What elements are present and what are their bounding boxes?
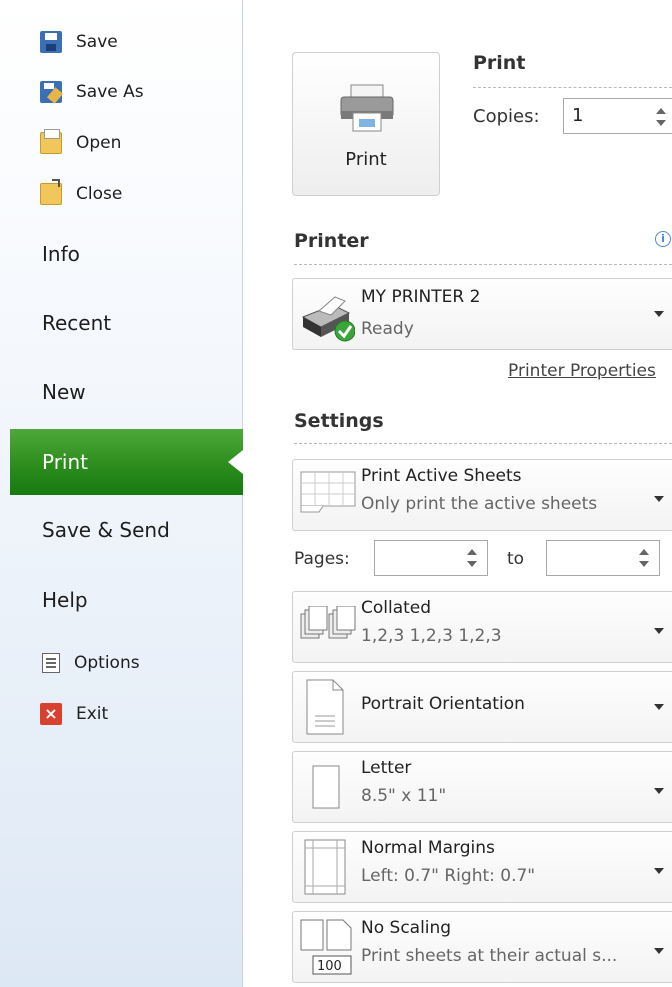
backstage-sidebar: Save Save As Open Close Info Recent New … bbox=[0, 0, 243, 987]
chevron-down-icon bbox=[654, 311, 664, 317]
collation-dropdown[interactable]: Collated 1,2,3 1,2,3 1,2,3 bbox=[292, 591, 672, 663]
nav-print[interactable]: Print bbox=[42, 450, 88, 474]
print-what-dropdown[interactable]: Print Active Sheets Only print the activ… bbox=[292, 459, 672, 531]
pages-from-down-icon[interactable] bbox=[467, 561, 477, 567]
menu-options-label: Options bbox=[74, 653, 140, 673]
menu-open-label: Open bbox=[76, 133, 122, 153]
pages-to-input[interactable] bbox=[546, 540, 660, 576]
pages-to-up-icon[interactable] bbox=[639, 549, 649, 555]
collation-subtitle: 1,2,3 1,2,3 1,2,3 bbox=[361, 626, 502, 646]
menu-save-as-label: Save As bbox=[76, 82, 144, 102]
copies-down-icon[interactable] bbox=[656, 120, 666, 126]
menu-close[interactable]: Close bbox=[40, 179, 122, 209]
margins-dropdown[interactable]: Normal Margins Left: 0.7" Right: 0.7" bbox=[292, 831, 672, 903]
printer-name: MY PRINTER 2 bbox=[361, 287, 481, 307]
print-button[interactable]: Print bbox=[292, 52, 440, 196]
scaling-title: No Scaling bbox=[361, 918, 452, 938]
save-icon bbox=[40, 31, 62, 53]
menu-exit[interactable]: × Exit bbox=[40, 699, 108, 729]
nav-info[interactable]: Info bbox=[42, 242, 80, 266]
copies-stepper[interactable]: 1 bbox=[563, 98, 672, 134]
chevron-down-icon bbox=[654, 704, 664, 710]
nav-new[interactable]: New bbox=[42, 380, 86, 404]
chevron-down-icon bbox=[654, 496, 664, 502]
copies-label: Copies: bbox=[473, 106, 540, 127]
pages-from-input[interactable] bbox=[374, 540, 488, 576]
menu-save-label: Save bbox=[76, 32, 118, 52]
paper-size-title: Letter bbox=[361, 758, 412, 778]
scaling-dropdown[interactable]: 100 No Scaling Print sheets at their act… bbox=[292, 911, 672, 983]
printer-ready-icon bbox=[301, 296, 355, 342]
info-icon[interactable]: i bbox=[655, 231, 671, 247]
menu-options[interactable]: Options bbox=[40, 648, 140, 678]
nav-recent[interactable]: Recent bbox=[42, 311, 111, 335]
nav-help[interactable]: Help bbox=[42, 588, 88, 612]
save-as-icon bbox=[40, 81, 62, 103]
copies-up-icon[interactable] bbox=[656, 108, 666, 114]
options-icon bbox=[42, 653, 60, 673]
printer-section-title: Printer bbox=[294, 230, 369, 252]
folder-close-icon bbox=[40, 179, 62, 205]
divider bbox=[294, 264, 672, 265]
menu-save[interactable]: Save bbox=[40, 27, 118, 57]
pages-to-down-icon[interactable] bbox=[639, 561, 649, 567]
menu-exit-label: Exit bbox=[76, 704, 109, 724]
orientation-dropdown[interactable]: Portrait Orientation bbox=[292, 671, 672, 743]
print-section-title: Print bbox=[473, 52, 526, 74]
printer-dropdown[interactable]: MY PRINTER 2 Ready bbox=[292, 278, 672, 350]
settings-section-title: Settings bbox=[294, 410, 384, 432]
collation-title: Collated bbox=[361, 598, 432, 618]
menu-open[interactable]: Open bbox=[40, 128, 121, 158]
menu-close-label: Close bbox=[76, 184, 123, 204]
paper-size-subtitle: 8.5" x 11" bbox=[361, 786, 447, 806]
printer-icon bbox=[340, 84, 394, 132]
active-sheets-icon bbox=[300, 471, 356, 513]
scaling-subtitle: Print sheets at their actual s... bbox=[361, 946, 618, 966]
folder-open-icon bbox=[40, 129, 62, 154]
divider bbox=[294, 443, 672, 444]
orientation-title: Portrait Orientation bbox=[361, 694, 525, 714]
collated-icon bbox=[300, 606, 356, 639]
chevron-down-icon bbox=[654, 948, 664, 954]
portrait-orientation-icon bbox=[306, 679, 344, 735]
printer-properties-link[interactable]: Printer Properties bbox=[508, 361, 656, 381]
printer-status: Ready bbox=[361, 319, 414, 339]
chevron-down-icon bbox=[654, 788, 664, 794]
print-what-title: Print Active Sheets bbox=[361, 466, 522, 486]
paper-size-dropdown[interactable]: Letter 8.5" x 11" bbox=[292, 751, 672, 823]
print-what-subtitle: Only print the active sheets bbox=[361, 494, 598, 514]
nav-print-notch bbox=[228, 450, 243, 474]
copies-value: 1 bbox=[572, 105, 584, 126]
exit-icon: × bbox=[40, 703, 62, 725]
nav-save-send[interactable]: Save & Send bbox=[42, 518, 170, 542]
pages-to-label: to bbox=[507, 549, 525, 569]
margins-title: Normal Margins bbox=[361, 838, 495, 858]
paper-size-icon bbox=[312, 765, 340, 809]
pages-from-up-icon[interactable] bbox=[467, 549, 477, 555]
chevron-down-icon bbox=[654, 628, 664, 634]
pages-label: Pages: bbox=[294, 549, 350, 569]
menu-save-as[interactable]: Save As bbox=[40, 77, 144, 107]
margins-subtitle: Left: 0.7" Right: 0.7" bbox=[361, 866, 536, 886]
divider bbox=[473, 87, 672, 88]
chevron-down-icon bbox=[654, 868, 664, 874]
print-button-label: Print bbox=[345, 149, 387, 170]
scaling-icon: 100 bbox=[300, 919, 352, 975]
scaling-icon-text: 100 bbox=[317, 959, 342, 974]
margins-icon bbox=[304, 839, 346, 895]
